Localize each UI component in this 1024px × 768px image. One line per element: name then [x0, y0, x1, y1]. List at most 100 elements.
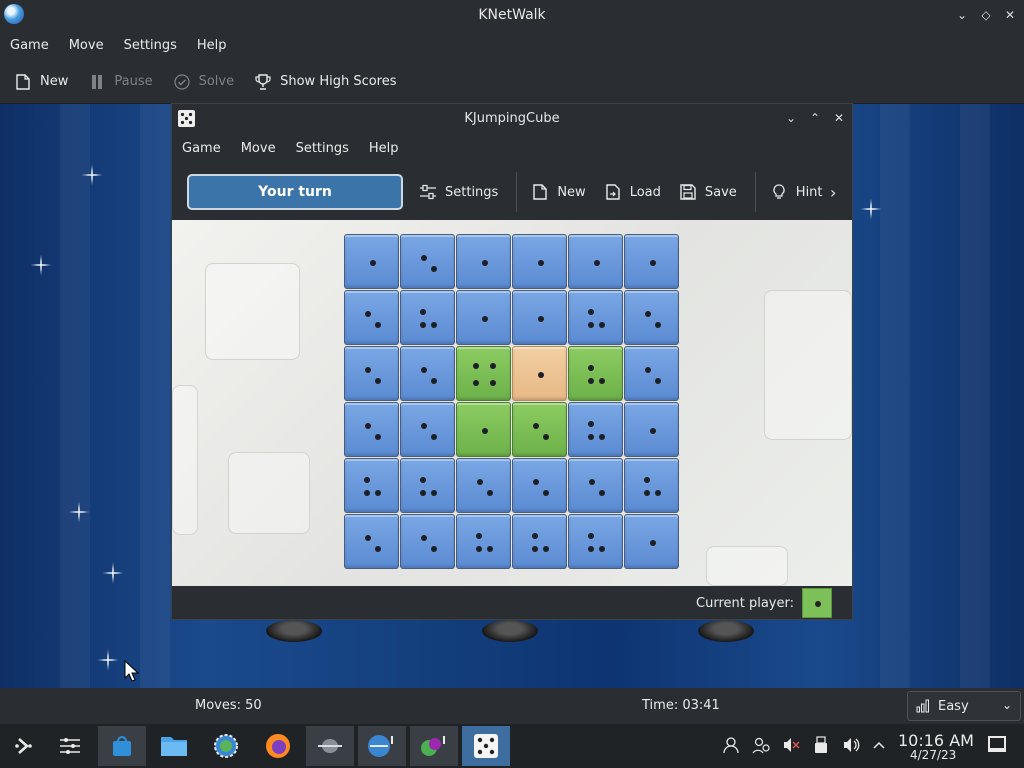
maximize-icon[interactable]: ⌃	[806, 109, 824, 127]
clock-date[interactable]: 4/27/23	[910, 748, 956, 762]
cube-cell[interactable]	[568, 290, 623, 345]
cube-pip	[431, 546, 437, 553]
cube-cell[interactable]	[512, 346, 567, 401]
cube-cell[interactable]	[344, 458, 399, 513]
close-icon[interactable]: ✕	[1001, 6, 1019, 24]
volume-icon[interactable]	[842, 736, 860, 756]
settings-label: Settings	[445, 184, 499, 200]
cube-pip	[476, 546, 482, 553]
cube-cell[interactable]	[568, 346, 623, 401]
cube-cell[interactable]	[400, 346, 455, 401]
settings-button[interactable]: Settings	[419, 183, 498, 201]
pause-button[interactable]: Pause	[88, 73, 153, 91]
menu-settings[interactable]: Settings	[124, 38, 177, 53]
show-desktop-icon[interactable]	[988, 736, 1006, 752]
cube-cell[interactable]	[456, 234, 511, 289]
system-settings-task[interactable]	[46, 726, 94, 766]
menu-game[interactable]: Game	[10, 38, 49, 53]
cube-cell[interactable]	[344, 290, 399, 345]
user-switch-icon[interactable]	[752, 736, 770, 756]
cube-cell[interactable]	[456, 402, 511, 457]
window-title: KJumpingCube	[464, 110, 560, 126]
cube-pip	[431, 378, 437, 385]
cube-cell[interactable]	[512, 458, 567, 513]
cube-cell[interactable]	[456, 290, 511, 345]
chevron-right-icon[interactable]: ›	[830, 183, 836, 202]
user-icon[interactable]	[722, 736, 740, 756]
menu-help[interactable]: Help	[369, 141, 399, 156]
cube-cell[interactable]	[624, 458, 679, 513]
minimize-icon[interactable]: ⌄	[953, 6, 971, 24]
kjumpingcube-task[interactable]	[462, 726, 510, 766]
cube-cell[interactable]	[568, 234, 623, 289]
cube-cell[interactable]	[456, 458, 511, 513]
kjumpingcube-audio-task[interactable]	[410, 726, 458, 766]
load-label: Load	[629, 184, 661, 200]
pause-icon	[88, 73, 106, 91]
cube-cell[interactable]	[512, 514, 567, 569]
application-launcher[interactable]	[0, 726, 48, 766]
cube-cell[interactable]	[512, 290, 567, 345]
new-game-button[interactable]: New	[14, 73, 68, 91]
cube-cell[interactable]	[624, 402, 679, 457]
cube-cell[interactable]	[344, 402, 399, 457]
new-game-label: New	[40, 74, 69, 89]
chevron-up-icon[interactable]	[870, 736, 888, 756]
cube-cell[interactable]	[624, 290, 679, 345]
cube-cell[interactable]	[512, 402, 567, 457]
cube-pip	[599, 378, 605, 385]
speaker-muted-icon[interactable]	[782, 736, 800, 756]
cube-cell[interactable]	[344, 234, 399, 289]
difficulty-select[interactable]: Easy ⌄	[907, 691, 1021, 721]
save-button[interactable]: Save	[679, 183, 737, 201]
menu-game[interactable]: Game	[182, 141, 221, 156]
cube-cell[interactable]	[400, 402, 455, 457]
load-button[interactable]: Load	[604, 183, 661, 201]
maximize-icon[interactable]: ◇	[977, 6, 995, 24]
cube-cell[interactable]	[344, 514, 399, 569]
new-button[interactable]: New	[531, 183, 586, 201]
cube-cell[interactable]	[400, 290, 455, 345]
cube-cell[interactable]	[400, 514, 455, 569]
background-tile-decoration	[228, 452, 310, 534]
close-icon[interactable]: ✕	[830, 109, 848, 127]
cube-cell[interactable]	[624, 346, 679, 401]
cube-pip	[655, 490, 661, 497]
cube-pip	[593, 259, 600, 266]
cube-cell[interactable]	[568, 514, 623, 569]
hint-button[interactable]: Hint	[770, 183, 823, 201]
file-manager-task[interactable]	[150, 726, 198, 766]
minimize-icon[interactable]: ⌄	[782, 109, 800, 127]
menu-settings[interactable]: Settings	[296, 141, 349, 156]
curtain-stripe	[60, 104, 90, 688]
firefox-icon	[266, 734, 290, 758]
menu-move[interactable]: Move	[69, 38, 104, 53]
cube-pip	[431, 266, 437, 273]
current-player-indicator	[802, 588, 832, 618]
browser-gear-task[interactable]	[202, 726, 250, 766]
your-turn-button[interactable]: Your turn	[187, 174, 403, 210]
discover-task[interactable]	[98, 726, 146, 766]
usb-device-icon[interactable]	[812, 736, 830, 756]
knetwalk-app-icon	[4, 4, 24, 24]
cube-cell[interactable]	[624, 234, 679, 289]
cube-cell[interactable]	[400, 234, 455, 289]
cube-cell[interactable]	[568, 458, 623, 513]
knetwalk-audio-task[interactable]	[358, 726, 406, 766]
sparkle-decoration	[97, 649, 119, 671]
cube-cell[interactable]	[512, 234, 567, 289]
cube-cell[interactable]	[624, 514, 679, 569]
new-document-icon	[531, 183, 549, 201]
solve-button[interactable]: Solve	[173, 73, 234, 91]
show-high-scores-button[interactable]: Show High Scores	[254, 73, 397, 91]
cube-cell[interactable]	[456, 346, 511, 401]
cube-cell[interactable]	[456, 514, 511, 569]
cube-cell[interactable]	[344, 346, 399, 401]
cube-cell[interactable]	[568, 402, 623, 457]
menu-move[interactable]: Move	[241, 141, 276, 156]
cube-cell[interactable]	[400, 458, 455, 513]
firefox-task[interactable]	[254, 726, 302, 766]
knetwalk-task[interactable]	[306, 726, 354, 766]
menu-help[interactable]: Help	[197, 38, 227, 53]
show-high-scores-label: Show High Scores	[280, 74, 397, 89]
